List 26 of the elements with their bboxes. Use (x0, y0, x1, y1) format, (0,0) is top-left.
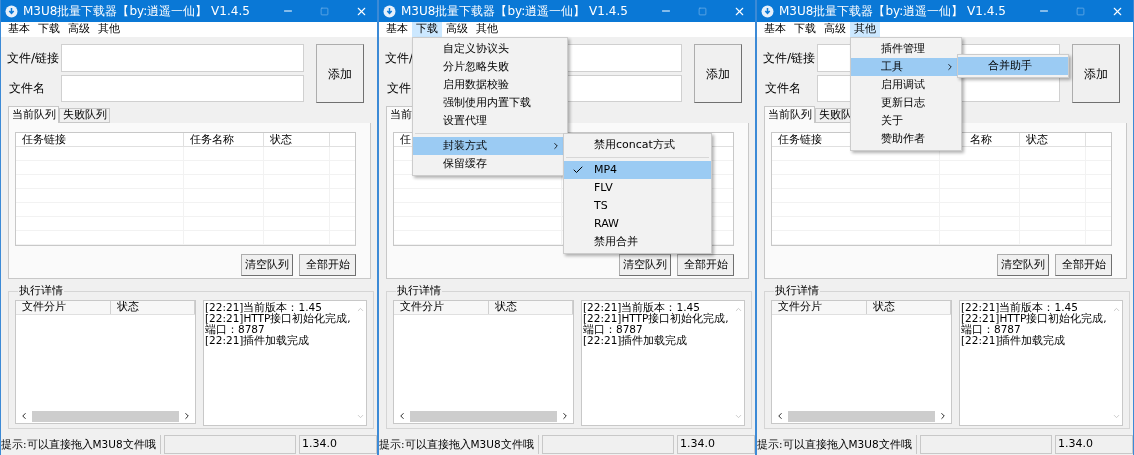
log-line: [22:21]插件加载完成 (583, 334, 689, 346)
field-label: 文件/链接 (7, 50, 60, 67)
status-hint: 提示:可以直接拖入M3U8文件哦 (757, 435, 917, 454)
log-line: [22:21]插件加载完成 (961, 334, 1067, 346)
log-line: [22:21]当前版本：1.45 (583, 301, 701, 313)
log-line: [22:21]插件加载完成 (205, 334, 311, 346)
log-line: [22:21]HTTP接口初始化完成,端口：8787 (205, 312, 352, 335)
log-line: [22:21]HTTP接口初始化完成,端口：8787 (583, 312, 730, 335)
group-title: 执行详情 (396, 283, 442, 299)
field-label: 文件名 (765, 79, 801, 97)
window-title: M3U8批量下载器【by:逍遥一仙】 V1.4.5 (401, 3, 628, 20)
log-line: [22:21]当前版本：1.45 (205, 301, 323, 313)
field-label: 文件名 (9, 79, 45, 97)
status-hint: 提示:可以直接拖入M3U8文件哦 (379, 435, 539, 454)
log-line: [22:21]当前版本：1.45 (961, 301, 1079, 313)
window-title: M3U8批量下载器【by:逍遥一仙】 V1.4.5 (779, 3, 1006, 20)
field-label: 文件 (387, 79, 411, 97)
window-title: M3U8批量下载器【by:逍遥一仙】 V1.4.5 (23, 3, 250, 20)
version-label: 1.34.0 (677, 435, 755, 454)
group-title: 执行详情 (774, 283, 820, 299)
field-label: 文件/链接 (763, 50, 816, 67)
status-hint: 提示:可以直接拖入M3U8文件哦 (1, 435, 161, 454)
group-title: 执行详情 (18, 283, 64, 299)
version-label: 1.34.0 (1055, 435, 1133, 454)
version-label: 1.34.0 (299, 435, 377, 454)
log-line: [22:21]HTTP接口初始化完成,端口：8787 (961, 312, 1108, 335)
